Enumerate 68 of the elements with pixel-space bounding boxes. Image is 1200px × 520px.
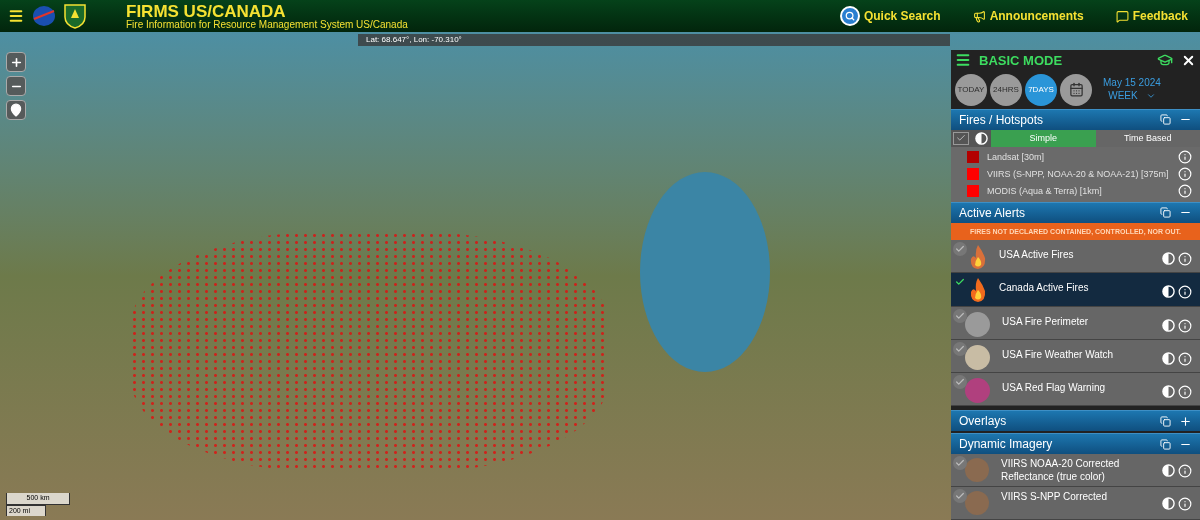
imagery-thumbnail-placeholder bbox=[965, 491, 989, 515]
date-label: May 15 2024 bbox=[1103, 77, 1161, 90]
chat-icon bbox=[1115, 9, 1129, 23]
alert-layer-row[interactable]: USA Fire Perimeter bbox=[951, 306, 1200, 340]
app-subtitle: Fire Information for Resource Management System US/Canada bbox=[126, 19, 408, 30]
check-icon[interactable] bbox=[953, 375, 967, 390]
alert-layer-row[interactable]: USA Active Fires bbox=[951, 239, 1200, 274]
check-icon[interactable] bbox=[953, 456, 967, 470]
menu-icon[interactable] bbox=[8, 8, 24, 24]
section-header[interactable]: Fires / Hotspots bbox=[951, 108, 1200, 130]
header-link[interactable]: Announcements bbox=[972, 7, 1084, 25]
check-icon[interactable] bbox=[953, 341, 967, 356]
copy-icon[interactable] bbox=[1160, 415, 1171, 427]
megaphone-icon bbox=[972, 9, 986, 23]
alert-layer-row[interactable]: Canada Active Fires bbox=[951, 273, 1200, 307]
time-range-button[interactable]: 7DAYS bbox=[1025, 73, 1057, 106]
layer-label: VIIRS (S-NPP, NOAA-20 & NOAA-21) [375m] bbox=[987, 167, 1170, 181]
time-range-button[interactable]: TODAY bbox=[955, 73, 987, 106]
expand-icon[interactable] bbox=[1179, 414, 1192, 428]
section-header[interactable]: Dynamic Imagery bbox=[951, 433, 1200, 454]
alert-layer-row[interactable]: USA Red Flag Warning bbox=[951, 373, 1200, 407]
map-control-button[interactable] bbox=[6, 100, 26, 120]
check-icon[interactable] bbox=[953, 308, 967, 323]
info-icon[interactable] bbox=[1178, 285, 1192, 300]
app-title: FIRMS US/CANADA bbox=[126, 2, 286, 20]
alert-layer-label: USA Fire Weather Watch bbox=[1002, 347, 1115, 362]
contrast-icon[interactable] bbox=[974, 131, 988, 145]
alert-layer-label: Canada Active Fires bbox=[999, 281, 1090, 296]
section-title: Fires / Hotspots bbox=[959, 111, 1045, 129]
menu-icon[interactable] bbox=[955, 52, 971, 69]
imagery-layer-label: VIIRS S-NPP Corrected bbox=[1001, 491, 1108, 504]
header-link[interactable]: Quick Search bbox=[839, 6, 941, 26]
map-control-button[interactable] bbox=[6, 76, 26, 96]
contrast-icon[interactable] bbox=[1162, 285, 1175, 299]
imagery-thumbnail-placeholder bbox=[965, 458, 989, 482]
time-range-button[interactable]: 24HRS bbox=[990, 73, 1022, 106]
imagery-layer-row[interactable]: VIIRS S-NPP Corrected bbox=[951, 487, 1200, 520]
section-header[interactable]: Overlays bbox=[951, 410, 1200, 432]
search-icon bbox=[839, 6, 860, 26]
copy-icon[interactable] bbox=[1160, 438, 1171, 450]
check-icon[interactable] bbox=[953, 131, 969, 145]
imagery-layer-label: VIIRS NOAA-20 Corrected Reflectance (true color) bbox=[1001, 458, 1121, 483]
shield-logo-icon bbox=[64, 3, 86, 29]
mode-title: BASIC MODE bbox=[979, 51, 1064, 70]
calendar-button[interactable] bbox=[1060, 73, 1092, 106]
period-label: WEEK bbox=[1108, 89, 1138, 103]
alert-layer-label: USA Active Fires bbox=[999, 247, 1075, 262]
header-link[interactable]: Feedback bbox=[1115, 7, 1188, 25]
section-title: Dynamic Imagery bbox=[959, 436, 1054, 453]
zoom-in-icon bbox=[9, 55, 23, 69]
alert-layer-label: USA Fire Perimeter bbox=[1002, 314, 1090, 329]
coordinates-readout: Lat: 68.647°, Lon: -70.310° bbox=[358, 34, 950, 46]
section-title: Active Alerts bbox=[959, 204, 1027, 222]
layer-label: MODIS (Aqua & Terra) [1km] bbox=[987, 184, 1103, 198]
copy-icon[interactable] bbox=[1160, 207, 1171, 219]
copy-icon[interactable] bbox=[1160, 114, 1171, 126]
section-header[interactable]: Active Alerts bbox=[951, 201, 1200, 223]
check-icon[interactable] bbox=[953, 241, 967, 256]
layer-label: Landsat [30m] bbox=[987, 150, 1046, 164]
check-icon[interactable] bbox=[953, 489, 967, 503]
alert-layer-label: USA Red Flag Warning bbox=[1002, 381, 1106, 396]
location-pin-icon bbox=[9, 103, 23, 117]
calendar-icon bbox=[1068, 82, 1084, 98]
alert-layer-row[interactable]: USA Fire Weather Watch bbox=[951, 339, 1200, 374]
imagery-layer-row[interactable]: VIIRS NOAA-20 Corrected Reflectance (true color) bbox=[951, 454, 1200, 487]
section-title: Overlays bbox=[959, 413, 1008, 431]
map-control-button[interactable] bbox=[6, 52, 26, 72]
agency-logo-icon bbox=[32, 5, 56, 27]
